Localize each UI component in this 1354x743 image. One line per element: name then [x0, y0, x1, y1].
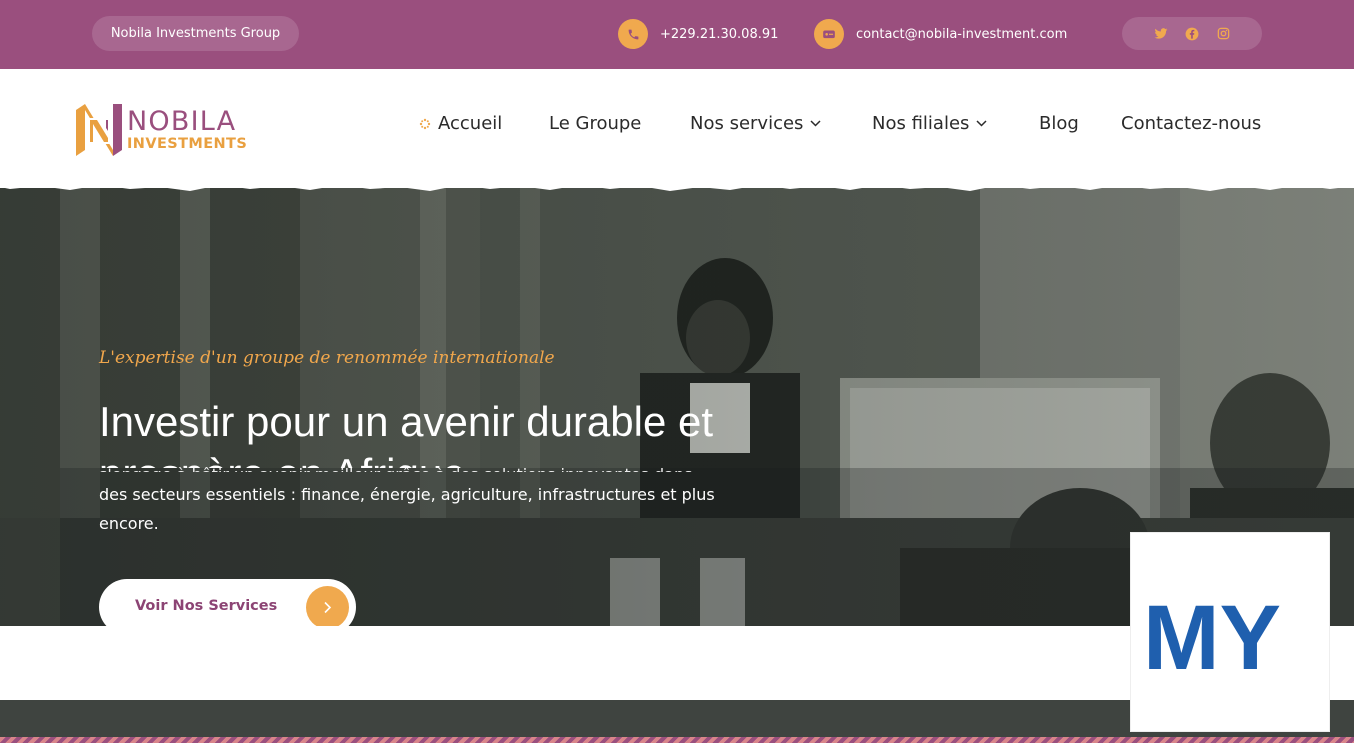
nav-label: Le Groupe [549, 113, 642, 134]
logo-mark-icon [76, 104, 122, 156]
ad-widget[interactable]: MY [1130, 532, 1330, 732]
group-name-badge[interactable]: Nobila Investments Group [92, 16, 299, 51]
twitter-icon[interactable] [1153, 26, 1169, 42]
nav-label: Blog [1039, 113, 1079, 134]
nobila-logo[interactable]: NOBILA INVESTMENTS [76, 104, 247, 156]
nav-item-contactez-nous[interactable]: Contactez-nous [1121, 113, 1261, 134]
ad-text: MY [1143, 595, 1281, 675]
social-links [1122, 17, 1262, 50]
phone-contact[interactable]: +229.21.30.08.91 [618, 18, 778, 50]
logo-subtitle: INVESTMENTS [127, 136, 248, 153]
nav-label: Nos services [690, 113, 804, 134]
phone-icon [618, 19, 648, 49]
torn-edge-divider [0, 176, 1354, 191]
voir-nos-services-button[interactable]: Voir Nos Services [99, 579, 356, 626]
email-address: contact@nobila-investment.com [856, 26, 1068, 42]
email-contact[interactable]: contact@nobila-investment.com [814, 18, 1067, 50]
nav-item-nos-services[interactable]: Nos services [690, 113, 821, 134]
chevron-down-icon [976, 120, 987, 127]
hero-title: Investir pour un avenir durable et [99, 398, 714, 445]
nav-item-le-groupe[interactable]: Le Groupe [549, 113, 641, 134]
decorative-stripe [0, 737, 1354, 743]
nav-label: Contactez-nous [1121, 113, 1262, 134]
hero-tagline: L'expertise d'un groupe de renommée inte… [99, 348, 555, 368]
mail-icon [814, 19, 844, 49]
nav-item-accueil[interactable]: Accueil [419, 113, 502, 134]
ad-logo-icon: MY [1143, 595, 1281, 675]
chevron-right-icon [306, 586, 349, 626]
nav-label: Nos filiales [872, 113, 970, 134]
active-dot-icon [419, 118, 431, 130]
nav-label: Accueil [438, 113, 503, 134]
logo-name: NOBILA [127, 106, 237, 138]
top-bar: Nobila Investments Group +229.21.30.08.9… [0, 0, 1354, 69]
hero-description: des secteurs essentiels : finance, énerg… [99, 485, 715, 533]
nav-item-nos-filiales[interactable]: Nos filiales [872, 113, 987, 134]
nav-item-blog[interactable]: Blog [1039, 113, 1079, 134]
site-header: NOBILA INVESTMENTS Accueil Le Groupe Nos… [0, 69, 1354, 189]
chevron-down-icon [810, 120, 821, 127]
cta-label: Voir Nos Services [135, 598, 278, 614]
hero-description-first-line: s'engage à bâtir un avenir meilleur grâc… [99, 460, 719, 472]
logo-text: NOBILA INVESTMENTS [127, 108, 247, 152]
facebook-icon[interactable] [1184, 26, 1200, 42]
instagram-icon[interactable] [1215, 26, 1231, 42]
phone-number: +229.21.30.08.91 [660, 26, 779, 42]
